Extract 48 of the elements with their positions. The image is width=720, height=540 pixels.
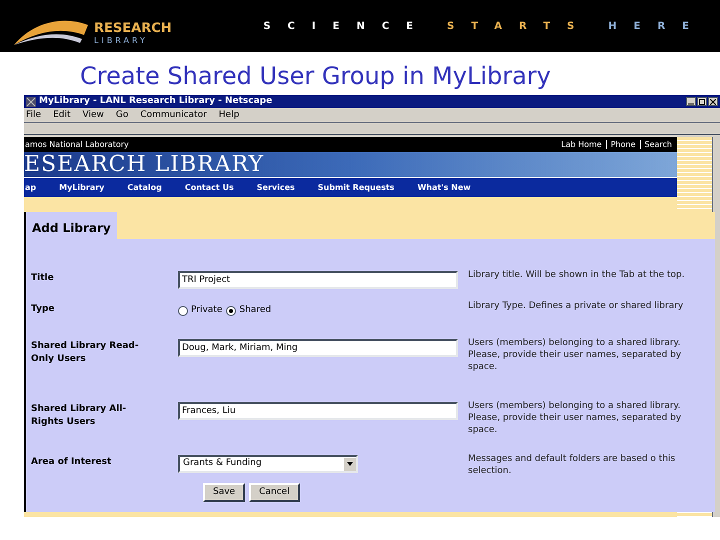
menu-item[interactable]: Help: [218, 110, 240, 120]
radio-option[interactable]: Private: [178, 304, 222, 318]
form-button[interactable]: Cancel: [249, 483, 300, 502]
menu-item[interactable]: Go: [116, 110, 128, 120]
slide-title: Create Shared User Group in MyLibrary: [79, 61, 552, 92]
close-button[interactable]: [708, 97, 718, 106]
maximize-button[interactable]: [697, 97, 707, 106]
banner-title: ESEARCH LIBRARY: [24, 153, 264, 177]
text-field[interactable]: Frances, Liu: [178, 402, 458, 420]
help-text: Library Type. Defines a private or shared library: [468, 300, 684, 312]
top-link[interactable]: Lab Home: [561, 138, 602, 150]
top-link[interactable]: Phone: [610, 138, 636, 150]
menu-item[interactable]: Edit: [53, 110, 70, 120]
org-name: amos National Laboratory: [25, 138, 129, 150]
help-text: Users (members) belonging to a shared library. Please, provide their user names, separated by space.: [468, 400, 682, 436]
nav-link[interactable]: Services: [256, 182, 295, 194]
help-text: Library title. Will be shown in the Tab at the top.: [468, 269, 686, 281]
menu-item[interactable]: Communicator: [140, 110, 207, 120]
nav-link[interactable]: What's New: [417, 182, 471, 194]
help-text: Users (members) belonging to a shared library. Please, provide their user names, separated by space.: [468, 337, 682, 373]
field-label: Area of Interest: [31, 456, 112, 469]
help-text: Messages and default folders are based o this selection.: [468, 453, 676, 477]
text-field[interactable]: TRI Project: [178, 271, 458, 289]
top-link[interactable]: Search: [644, 138, 672, 150]
maximize-icon: [699, 98, 705, 104]
logo-subtext: LIBRARY: [94, 36, 149, 45]
logo-text: RESEARCH: [94, 22, 172, 36]
tagline-word: STARTS: [447, 20, 592, 34]
nav-link[interactable]: Contact Us: [184, 182, 234, 194]
text-field[interactable]: Doug, Mark, Miriam, Ming: [178, 339, 458, 357]
tagline-word: SCIENCE: [263, 20, 430, 34]
radio-option[interactable]: Shared: [226, 304, 272, 318]
menu-item[interactable]: File: [26, 110, 42, 120]
form-button[interactable]: Save: [203, 483, 246, 502]
minimize-button[interactable]: [686, 97, 696, 106]
field-label: Shared Library All-Rights Users: [31, 403, 128, 429]
field-label: Shared Library Read-Only Users: [31, 340, 140, 366]
tagline-word: HERE: [608, 20, 706, 34]
nav-link[interactable]: Submit Requests: [318, 182, 394, 194]
nav-link[interactable]: MyLibrary: [59, 182, 104, 194]
menu-item[interactable]: View: [82, 110, 104, 120]
dropdown[interactable]: Grants & Funding: [178, 455, 358, 473]
close-icon: [710, 98, 716, 104]
field-label: Title: [31, 272, 55, 285]
nav-link[interactable]: Catalog: [127, 182, 162, 194]
field-label: Type: [31, 303, 56, 316]
nav-link[interactable]: ap: [25, 182, 36, 194]
window-title: MyLibrary - LANL Research Library - Netscape: [39, 97, 272, 106]
